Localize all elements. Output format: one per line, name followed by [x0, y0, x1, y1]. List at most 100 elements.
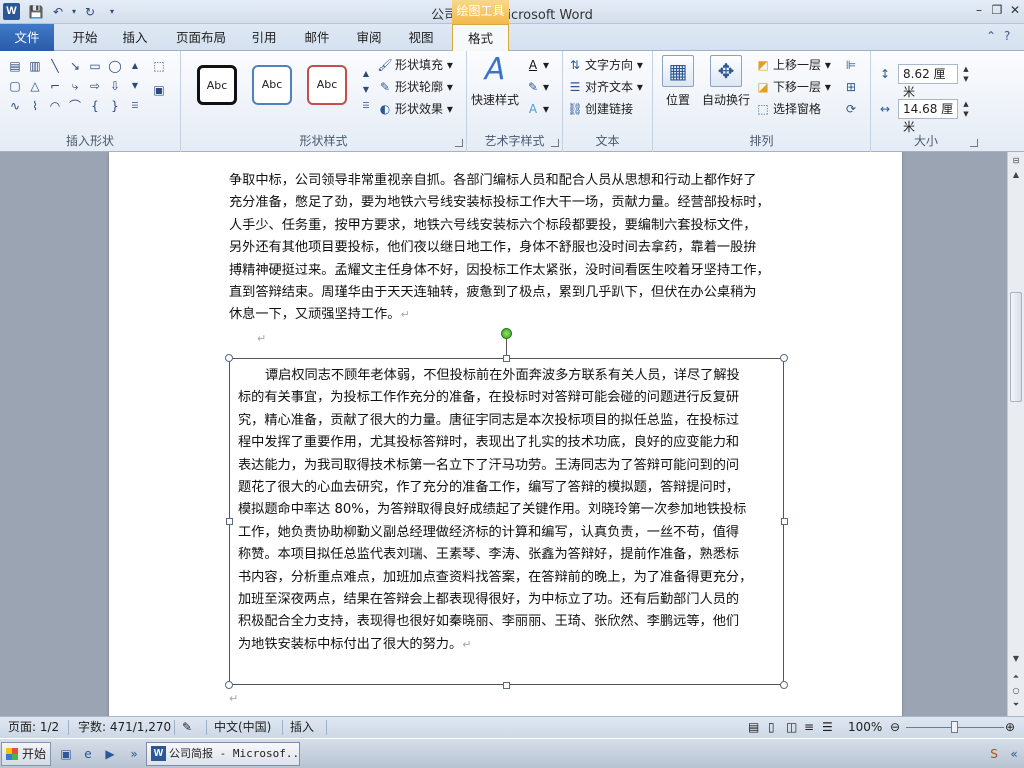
- tray-expand-icon[interactable]: «: [1006, 746, 1022, 762]
- help-icon[interactable]: ?: [1004, 29, 1010, 43]
- undo-icon[interactable]: ↶: [50, 4, 66, 20]
- selected-textbox[interactable]: 谭启权同志不顾年老体弱，不但投标前在外面奔波多方联系有关人员，详尽了解投 标的有…: [229, 358, 784, 685]
- document-page[interactable]: 争取中标，公司领导非常重视亲自抓。各部门编标人员和配合人员从思想和行动上都作好了…: [109, 152, 902, 716]
- minimize-icon[interactable]: –: [970, 2, 988, 18]
- scroll-up-icon[interactable]: ▲: [1008, 168, 1024, 182]
- close-icon[interactable]: ✕: [1006, 2, 1024, 18]
- next-page-icon[interactable]: ⏷: [1008, 698, 1024, 712]
- previous-page-icon[interactable]: ⏶: [1008, 670, 1024, 684]
- print-layout-view-icon[interactable]: ▤: [748, 717, 759, 738]
- resize-handle-top[interactable]: [503, 355, 510, 362]
- zoom-level[interactable]: 100%: [848, 717, 882, 738]
- redo-icon[interactable]: ↻: [82, 4, 98, 20]
- word-count[interactable]: 字数: 471/1,270: [78, 717, 171, 738]
- text-fill-button[interactable]: A ▾: [525, 55, 549, 75]
- textbox-shape-icon[interactable]: ▤: [6, 57, 24, 75]
- media-player-icon[interactable]: ▶: [102, 746, 118, 762]
- shape-height-field[interactable]: 8.62 厘米: [898, 64, 958, 99]
- text-effects-button[interactable]: A ▾: [525, 99, 549, 119]
- shape-style-blue[interactable]: Abc: [252, 65, 292, 105]
- resize-handle-bottom[interactable]: [503, 682, 510, 689]
- proofing-icon[interactable]: ✎: [182, 717, 192, 738]
- resize-handle-bottom-left[interactable]: [225, 681, 233, 689]
- right-arrow-shape-icon[interactable]: ⇨: [86, 77, 104, 95]
- rounded-rect-shape-icon[interactable]: ▢: [6, 77, 24, 95]
- resize-handle-bottom-right[interactable]: [780, 681, 788, 689]
- quicklaunch-more-icon[interactable]: »: [126, 746, 142, 762]
- styles-more-icon[interactable]: ☰: [357, 97, 375, 115]
- shapes-scroll-up-icon[interactable]: ▲: [126, 57, 144, 75]
- align-button[interactable]: ⊫: [843, 55, 861, 75]
- selection-pane-button[interactable]: ⬚ 选择窗格: [755, 99, 821, 119]
- group-button[interactable]: ⊞: [843, 77, 861, 97]
- restore-icon[interactable]: ❐: [988, 2, 1006, 18]
- arrow-line-shape-icon[interactable]: ↘: [66, 57, 84, 75]
- start-button[interactable]: 开始: [1, 742, 51, 766]
- word-app-icon[interactable]: W: [3, 3, 20, 20]
- vertical-textbox-shape-icon[interactable]: ▥: [26, 57, 44, 75]
- triangle-shape-icon[interactable]: △: [26, 77, 44, 95]
- draw-textbox-icon[interactable]: ▣: [150, 81, 168, 99]
- internet-explorer-icon[interactable]: e: [80, 746, 96, 762]
- language-indicator[interactable]: 中文(中国): [214, 717, 271, 738]
- zoom-in-icon[interactable]: ⊕: [1005, 717, 1015, 738]
- right-brace-shape-icon[interactable]: }: [106, 97, 124, 115]
- resize-handle-top-left[interactable]: [225, 354, 233, 362]
- ruler-toggle-icon[interactable]: ⊟: [1008, 154, 1024, 168]
- taskbar-word-window[interactable]: W 公司简报 - Microsof...: [146, 742, 300, 766]
- shape-width-field[interactable]: 14.68 厘米: [898, 99, 958, 134]
- resize-handle-top-right[interactable]: [780, 354, 788, 362]
- customize-qat-icon[interactable]: ▾: [104, 4, 120, 20]
- textbox-paragraph[interactable]: 谭启权同志不顾年老体弱，不但投标前在外面奔波多方联系有关人员，详尽了解投 标的有…: [238, 365, 778, 656]
- wrap-text-button[interactable]: ✥ 自动换行: [699, 55, 753, 108]
- rotate-button[interactable]: ⟳: [843, 99, 861, 119]
- down-arrow-shape-icon[interactable]: ⇩: [106, 77, 124, 95]
- body-paragraph[interactable]: 争取中标，公司领导非常重视亲自抓。各部门编标人员和配合人员从思想和行动上都作好了…: [229, 170, 789, 327]
- scribble-shape-icon[interactable]: ◠: [46, 97, 64, 115]
- outline-view-icon[interactable]: ≡: [804, 717, 814, 738]
- shape-style-red[interactable]: Abc: [307, 65, 347, 105]
- text-outline-button[interactable]: ✎ ▾: [525, 77, 549, 97]
- page-count[interactable]: 页面: 1/2: [8, 717, 59, 738]
- tab-review[interactable]: 审阅: [347, 27, 391, 51]
- dialog-launcher-icon[interactable]: [551, 139, 559, 147]
- scrollbar-thumb[interactable]: [1010, 292, 1022, 402]
- shape-fill-button[interactable]: 🖌 形状填充 ▾: [377, 55, 452, 75]
- tab-page-layout[interactable]: 页面布局: [170, 27, 232, 51]
- dialog-launcher-icon[interactable]: [970, 139, 978, 147]
- minimize-ribbon-icon[interactable]: ⌃: [986, 29, 996, 43]
- dialog-launcher-icon[interactable]: [455, 139, 463, 147]
- zoom-out-icon[interactable]: ⊖: [890, 717, 900, 738]
- scroll-down-icon[interactable]: ▼: [1008, 652, 1024, 666]
- create-link-button[interactable]: ⛓ 创建链接: [567, 99, 633, 119]
- edit-shape-icon[interactable]: ⬚: [150, 57, 168, 75]
- shapes-scroll-down-icon[interactable]: ▼: [126, 77, 144, 95]
- tab-insert[interactable]: 插入: [113, 27, 157, 51]
- shape-outline-button[interactable]: ✎ 形状轮廓 ▾: [377, 77, 453, 97]
- desktop-icon[interactable]: ▣: [58, 746, 74, 762]
- left-brace-shape-icon[interactable]: {: [86, 97, 104, 115]
- shapes-more-icon[interactable]: ☰: [126, 97, 144, 115]
- position-button[interactable]: ▦ 位置: [659, 55, 697, 108]
- width-spinner[interactable]: ▲ ▼: [960, 99, 972, 119]
- shape-style-black[interactable]: Abc: [197, 65, 237, 105]
- web-layout-icon[interactable]: ◫: [786, 717, 797, 738]
- undo-dropdown-icon[interactable]: ▾: [66, 4, 82, 20]
- select-browse-object-icon[interactable]: ○: [1008, 684, 1024, 698]
- tab-references[interactable]: 引用: [242, 27, 286, 51]
- line-shape-icon[interactable]: ╲: [46, 57, 64, 75]
- height-spinner[interactable]: ▲ ▼: [960, 64, 972, 84]
- save-icon[interactable]: 💾: [28, 4, 44, 20]
- draft-view-icon[interactable]: ☰: [822, 717, 833, 738]
- resize-handle-right[interactable]: [781, 518, 788, 525]
- bring-forward-button[interactable]: ◩ 上移一层 ▾: [755, 55, 831, 75]
- curve-shape-icon[interactable]: ∿: [6, 97, 24, 115]
- rotate-handle[interactable]: [501, 328, 512, 339]
- full-screen-reading-icon[interactable]: ▯: [768, 717, 775, 738]
- text-direction-button[interactable]: ⇅ 文字方向 ▾: [567, 55, 643, 75]
- send-backward-button[interactable]: ◪ 下移一层 ▾: [755, 77, 831, 97]
- tab-view[interactable]: 视图: [399, 27, 443, 51]
- tab-format[interactable]: 格式: [452, 24, 509, 52]
- tray-app-icon[interactable]: S: [986, 746, 1002, 762]
- tab-home[interactable]: 开始: [63, 27, 107, 51]
